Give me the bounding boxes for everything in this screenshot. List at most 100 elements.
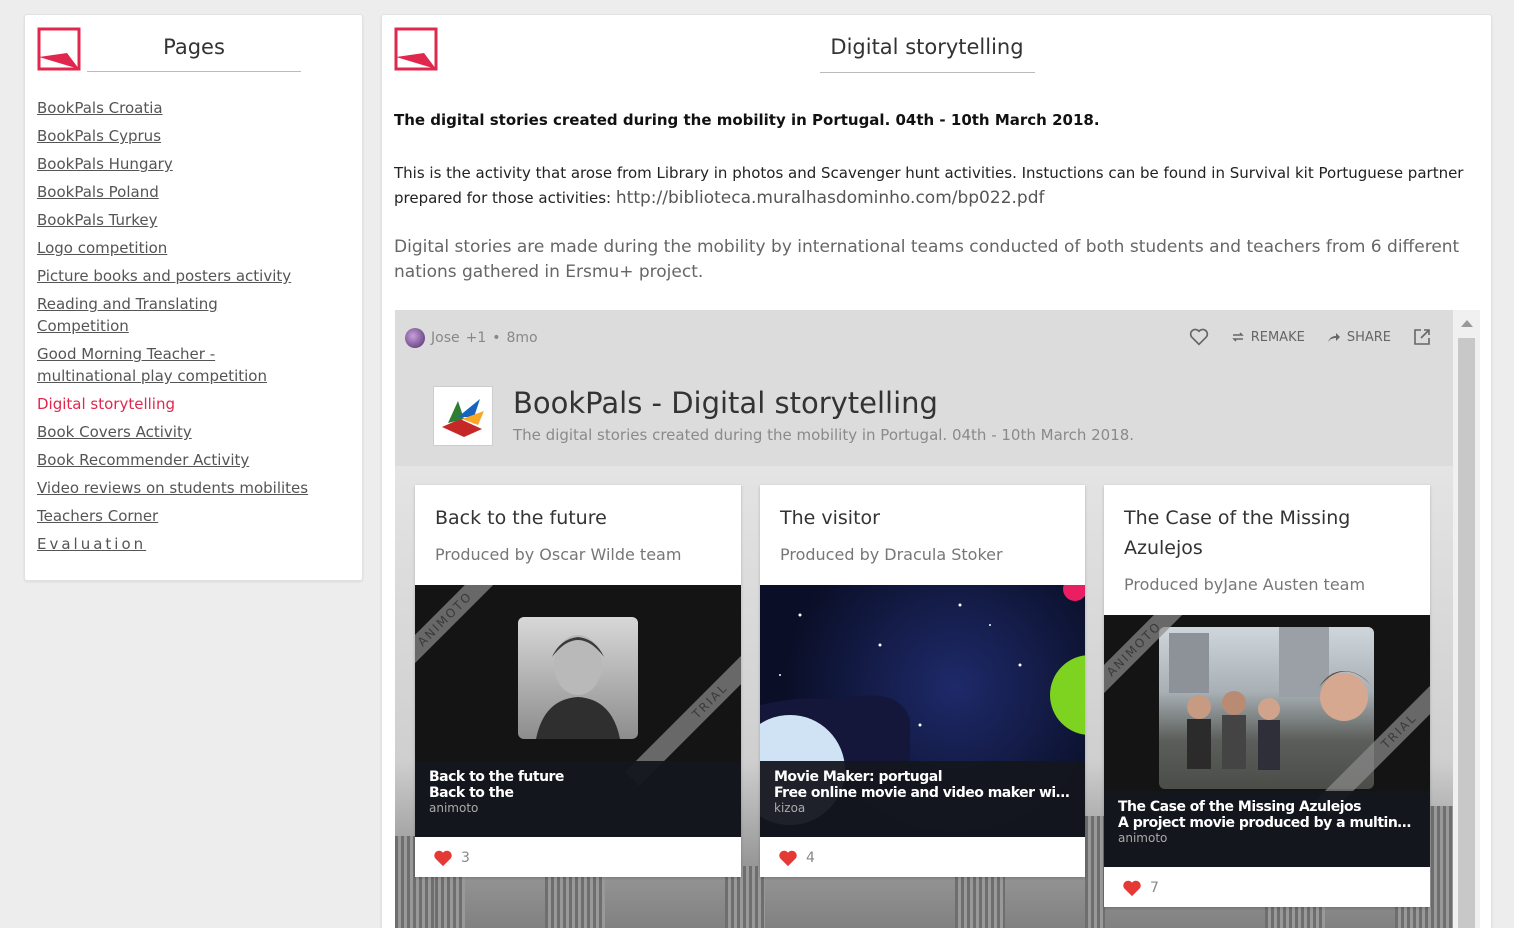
avatar[interactable] xyxy=(405,328,425,348)
bookpals-logo xyxy=(433,386,493,446)
nav-item[interactable]: Video reviews on students mobilites xyxy=(37,477,337,499)
nav-item[interactable]: Book Recommender Activity xyxy=(37,449,337,471)
thumb-source: kizoa xyxy=(774,801,806,815)
likes-value: 3 xyxy=(461,850,470,866)
group-people-icon xyxy=(1169,627,1371,770)
nav-link[interactable]: Teachers Corner xyxy=(37,507,158,525)
thumb-source: animoto xyxy=(1118,831,1168,845)
nav-link[interactable]: Book Covers Activity xyxy=(37,423,192,441)
board-title: BookPals - Digital storytelling xyxy=(513,386,938,420)
like-count[interactable]: 3 xyxy=(433,849,470,867)
board-header: Jose +1 • 8mo REMAKE SHARE BookPals - Di… xyxy=(395,310,1453,466)
pages-nav: BookPals Croatia BookPals Cyprus BookPal… xyxy=(37,97,337,561)
card-subtitle: Produced byJane Austen team xyxy=(1124,575,1366,594)
thumbnail-caption: Back to the future Back to the animoto xyxy=(415,761,741,837)
likes-value: 7 xyxy=(1150,880,1159,896)
heart-icon xyxy=(779,850,797,867)
nav-item[interactable]: BookPals Hungary xyxy=(37,153,337,175)
nav-item[interactable]: Good Morning Teacher - multinational pla… xyxy=(37,343,287,387)
nav-link[interactable]: Logo competition xyxy=(37,239,167,257)
video-thumbnail[interactable]: ANIMOTO TRIAL Back to the future Back to… xyxy=(415,585,741,837)
board-actions: REMAKE SHARE xyxy=(1189,328,1431,346)
card-title[interactable]: The Case of the Missing Azulejos xyxy=(1124,503,1384,563)
nav-item[interactable]: Evaluation xyxy=(37,533,337,555)
extra-authors[interactable]: +1 xyxy=(466,330,487,346)
thumb-source: animoto xyxy=(429,801,479,815)
nav-link[interactable]: BookPals Hungary xyxy=(37,155,173,173)
nav-item[interactable]: Book Covers Activity xyxy=(37,421,337,443)
nav-link[interactable]: Video reviews on students mobilites xyxy=(37,479,308,497)
share-button[interactable]: SHARE xyxy=(1327,330,1391,345)
title-divider xyxy=(87,71,301,72)
open-external-icon[interactable] xyxy=(1413,328,1431,346)
nav-link[interactable]: BookPals Poland xyxy=(37,183,159,201)
board-subtitle: The digital stories created during the m… xyxy=(513,426,1135,444)
thumb-description: Back to the xyxy=(429,785,514,801)
watermark-ribbon: ANIMOTO xyxy=(415,585,530,704)
nav-link[interactable]: Picture books and posters activity xyxy=(37,267,291,285)
card-title[interactable]: Back to the future xyxy=(435,503,607,533)
nav-item[interactable]: BookPals Turkey xyxy=(37,209,337,231)
story-card[interactable]: The visitor Produced by Dracula Stoker M… xyxy=(760,485,1085,877)
nav-item[interactable]: BookPals Croatia xyxy=(37,97,337,119)
heart-outline-icon[interactable] xyxy=(1189,328,1209,346)
story-card[interactable]: The Case of the Missing Azulejos Produce… xyxy=(1104,485,1430,907)
card-subtitle: Produced by Oscar Wilde team xyxy=(435,545,682,564)
pdf-link[interactable]: http://biblioteca.muralhasdominho.com/bp… xyxy=(616,188,1045,208)
group-photo-image xyxy=(1159,627,1374,789)
nav-link[interactable]: BookPals Croatia xyxy=(37,99,163,117)
video-thumbnail[interactable]: ANIMOTO TRIAL The Case of the Missing Az… xyxy=(1104,615,1430,867)
thumb-title: Back to the future xyxy=(429,769,564,785)
like-count[interactable]: 7 xyxy=(1122,879,1159,897)
remake-button[interactable]: REMAKE xyxy=(1231,330,1305,345)
embed-scrollbar[interactable] xyxy=(1453,310,1480,928)
card-subtitle: Produced by Dracula Stoker xyxy=(780,545,1003,564)
nav-link[interactable]: Evaluation xyxy=(37,535,146,553)
intro-heading: The digital stories created during the m… xyxy=(394,111,1100,129)
remake-icon xyxy=(1231,332,1244,342)
scroll-thumb[interactable] xyxy=(1458,338,1475,928)
board-meta: Jose +1 • 8mo xyxy=(405,328,538,348)
title-divider xyxy=(820,72,1035,73)
meta-separator: • xyxy=(492,330,501,346)
intro-paragraph: This is the activity that arose from Lib… xyxy=(394,161,1469,211)
video-thumbnail[interactable]: Movie Maker: portugal Free online movie … xyxy=(760,585,1085,837)
post-age: 8mo xyxy=(506,330,538,346)
nav-link[interactable]: BookPals Turkey xyxy=(37,211,157,229)
portrait-figure-icon xyxy=(536,635,620,739)
bookpals-logo-icon xyxy=(442,399,484,437)
site-logo-icon xyxy=(394,27,438,71)
thumb-title: The Case of the Missing Azulejos xyxy=(1118,799,1361,815)
pages-title: Pages xyxy=(163,35,225,59)
nav-item[interactable]: Picture books and posters activity xyxy=(37,265,337,287)
thumb-title: Movie Maker: portugal xyxy=(774,769,943,785)
page-title: Digital storytelling xyxy=(830,35,1024,59)
nav-item[interactable]: Reading and Translating Competition xyxy=(37,293,237,337)
nav-link-active[interactable]: Digital storytelling xyxy=(37,395,175,413)
card-title[interactable]: The visitor xyxy=(780,503,880,533)
nav-link[interactable]: Reading and Translating Competition xyxy=(37,295,218,335)
story-card[interactable]: Back to the future Produced by Oscar Wil… xyxy=(415,485,741,877)
nav-item[interactable]: BookPals Cyprus xyxy=(37,125,337,147)
nav-item[interactable]: BookPals Poland xyxy=(37,181,337,203)
thumbnail-caption: Movie Maker: portugal Free online movie … xyxy=(760,761,1085,837)
nav-link[interactable]: Book Recommender Activity xyxy=(37,451,249,469)
scroll-up-arrow-icon[interactable] xyxy=(1461,320,1473,327)
nav-item[interactable]: Logo competition xyxy=(37,237,337,259)
nav-link[interactable]: BookPals Cyprus xyxy=(37,127,161,145)
heart-icon xyxy=(1123,880,1141,897)
content-panel: Digital storytelling The digital stories… xyxy=(381,14,1492,928)
pages-panel: Pages BookPals Croatia BookPals Cyprus B… xyxy=(24,14,363,581)
thumbnail-caption: The Case of the Missing Azulejos A proje… xyxy=(1104,791,1430,867)
nav-item-active[interactable]: Digital storytelling xyxy=(37,393,337,415)
like-count[interactable]: 4 xyxy=(778,849,815,867)
remake-label: REMAKE xyxy=(1250,329,1305,345)
heart-icon xyxy=(434,850,452,867)
portrait-image xyxy=(518,617,638,739)
thumb-description: A project movie produced by a multinatio… xyxy=(1118,815,1416,831)
storyboard-embed: Jose +1 • 8mo REMAKE SHARE BookPals - Di… xyxy=(395,310,1480,928)
nav-item[interactable]: Teachers Corner xyxy=(37,505,337,527)
nav-link[interactable]: Good Morning Teacher - multinational pla… xyxy=(37,345,267,385)
intro-description: Digital stories are made during the mobi… xyxy=(394,237,1460,282)
author-name[interactable]: Jose xyxy=(431,330,460,346)
